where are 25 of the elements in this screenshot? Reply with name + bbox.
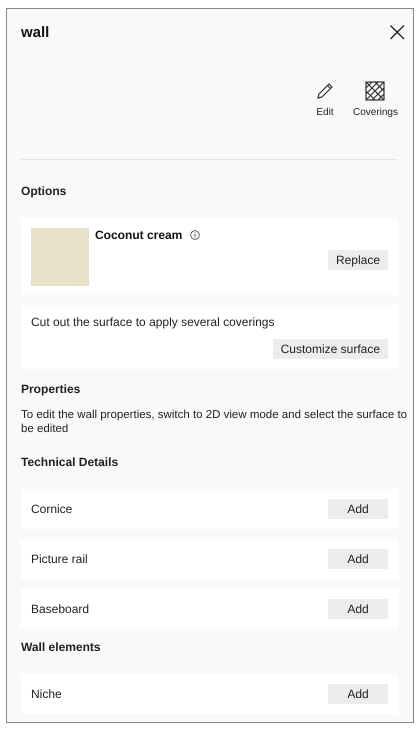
row-label: Cornice: [31, 502, 72, 516]
add-button[interactable]: Add: [328, 549, 388, 569]
add-button[interactable]: Add: [328, 499, 388, 519]
add-button[interactable]: Add: [328, 599, 388, 619]
coverings-button[interactable]: Coverings: [352, 81, 398, 133]
panel-title: wall: [21, 24, 50, 40]
row-label: Niche: [31, 687, 62, 701]
section-heading: Technical Details: [21, 455, 120, 469]
section-heading: Options: [21, 184, 68, 198]
section-heading: Properties: [21, 382, 82, 396]
info-icon[interactable]: [190, 230, 200, 240]
properties-hint: To edit the wall properties, switch to 2D view mode and select the surface to be edited: [21, 408, 408, 436]
close-button[interactable]: ×: [386, 18, 409, 46]
row-label: Baseboard: [31, 602, 90, 616]
add-button[interactable]: Add: [328, 684, 388, 704]
color-swatch: [31, 228, 89, 286]
hatched-tile-icon: [365, 81, 386, 101]
row-label: Picture rail: [31, 552, 88, 566]
replace-button[interactable]: Replace: [328, 250, 388, 270]
covering-name: Coconut cream: [95, 228, 182, 242]
edit-button[interactable]: Edit: [306, 81, 343, 133]
pencil-icon: [314, 81, 335, 101]
section-heading: Wall elements: [21, 640, 102, 654]
customize-surface-button[interactable]: Customize surface: [272, 339, 388, 359]
customize-hint: Cut out the surface to apply several coverings: [31, 315, 276, 329]
